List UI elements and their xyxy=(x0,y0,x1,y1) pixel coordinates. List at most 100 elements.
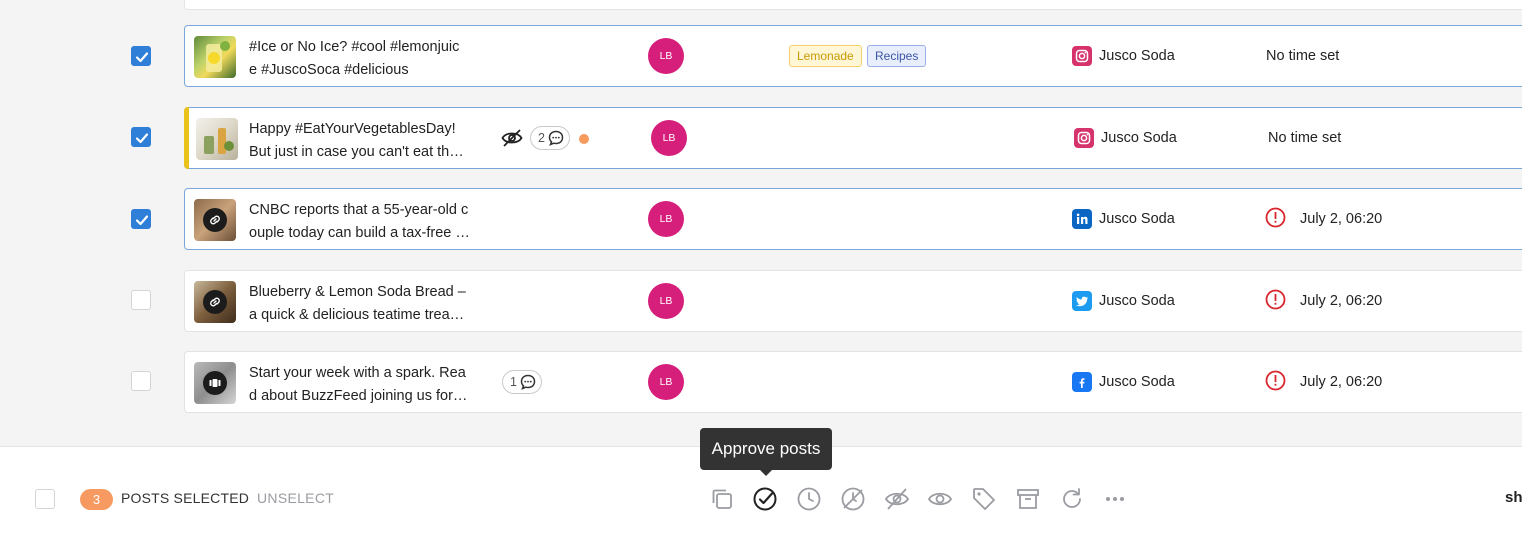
post-time: No time set xyxy=(1268,128,1341,148)
hide-icon xyxy=(884,488,910,510)
post-time: July 2, 06:20 xyxy=(1265,289,1383,314)
post-text: Blueberry & Lemon Soda Bread – a quick &… xyxy=(249,281,475,327)
post-card[interactable]: Start your week with a spark. Rea d abou… xyxy=(184,351,1522,413)
post-thumbnail xyxy=(196,118,238,160)
post-thumbnail xyxy=(194,281,236,323)
network-account: Jusco Soda xyxy=(1072,291,1175,311)
avatar[interactable]: LB xyxy=(648,283,684,319)
post-text-line: ouple today can build a tax-free … xyxy=(249,225,470,241)
post-card[interactable]: #Ice or No Ice? #cool #lemonjuic e #Jusc… xyxy=(184,25,1522,87)
post-text-line: #Ice or No Ice? #cool #lemonjuic xyxy=(249,39,460,55)
avatar[interactable]: LB xyxy=(648,364,684,400)
comment-icon xyxy=(548,130,564,146)
avatar[interactable]: LB xyxy=(651,120,687,156)
warning-icon xyxy=(1265,207,1286,232)
link-icon xyxy=(203,290,227,314)
post-text: Happy #EatYourVegetablesDay! But just in… xyxy=(249,118,475,164)
time-text: No time set xyxy=(1266,48,1340,64)
instagram-icon xyxy=(1074,128,1094,148)
post-thumbnail xyxy=(194,199,236,241)
post-text-line: Blueberry & Lemon Soda Bread – xyxy=(249,284,466,300)
duplicate-icon xyxy=(712,489,732,509)
avatar[interactable]: LB xyxy=(648,38,684,74)
tag-recipes[interactable]: Recipes xyxy=(867,45,927,67)
carousel-icon xyxy=(203,371,227,395)
unselect-button[interactable]: UNSELECT xyxy=(257,490,334,506)
post-text: Start your week with a spark. Rea d abou… xyxy=(249,362,475,408)
post-text-line: e #JuscoSoca #delicious xyxy=(249,62,409,78)
network-account: Jusco Soda xyxy=(1072,46,1175,66)
posts-selected-label: POSTS SELECTED xyxy=(121,490,250,506)
time-text: July 2, 06:20 xyxy=(1300,374,1383,390)
archive-button[interactable] xyxy=(1015,486,1041,512)
post-text: CNBC reports that a 55-year-old c ouple … xyxy=(249,199,475,245)
post-text-line: a quick & delicious teatime trea… xyxy=(249,307,465,323)
account-name: Jusco Soda xyxy=(1099,374,1175,390)
select-all-checkbox[interactable] xyxy=(35,489,55,509)
account-name: Jusco Soda xyxy=(1099,293,1175,309)
schedule-icon xyxy=(797,487,821,511)
post-thumbnail xyxy=(194,362,236,404)
refresh-icon xyxy=(1063,488,1081,508)
unread-dot xyxy=(579,134,589,144)
duplicate-button[interactable] xyxy=(709,486,735,512)
post-card-partial[interactable] xyxy=(184,0,1522,10)
post-text: #Ice or No Ice? #cool #lemonjuic e #Jusc… xyxy=(249,36,475,82)
row-checkbox[interactable] xyxy=(131,371,151,391)
row-checkbox[interactable] xyxy=(131,209,151,229)
comment-count[interactable]: 2 xyxy=(530,126,570,150)
post-text-line: d about BuzzFeed joining us for… xyxy=(249,388,468,404)
approve-button[interactable] xyxy=(752,486,778,512)
comment-count[interactable]: 1 xyxy=(502,370,542,394)
vegetables-image-icon xyxy=(204,128,234,154)
post-text-line: CNBC reports that a 55-year-old c xyxy=(249,202,469,218)
status-stripe xyxy=(184,107,189,169)
time-text: July 2, 06:20 xyxy=(1300,293,1383,309)
lemonade-image-icon xyxy=(206,41,230,72)
post-text-line: Start your week with a spark. Rea xyxy=(249,365,466,381)
approve-icon xyxy=(753,487,777,511)
comment-count-text: 2 xyxy=(538,131,545,145)
show-button[interactable] xyxy=(927,486,953,512)
hidden-eye-icon xyxy=(501,128,523,153)
post-text-line: But just in case you can't eat th… xyxy=(249,144,464,160)
tag-icon xyxy=(973,488,995,510)
unschedule-icon xyxy=(841,487,865,511)
network-account: Jusco Soda xyxy=(1072,372,1175,392)
post-card[interactable]: CNBC reports that a 55-year-old c ouple … xyxy=(184,188,1522,250)
tag-button[interactable] xyxy=(971,486,997,512)
post-time: July 2, 06:20 xyxy=(1265,207,1383,232)
account-name: Jusco Soda xyxy=(1101,130,1177,146)
post-time: No time set xyxy=(1266,46,1339,66)
comment-count-text: 1 xyxy=(510,375,517,389)
row-checkbox[interactable] xyxy=(131,127,151,147)
unschedule-button[interactable] xyxy=(840,486,866,512)
warning-icon xyxy=(1265,289,1286,314)
schedule-button[interactable] xyxy=(796,486,822,512)
time-text: July 2, 06:20 xyxy=(1300,211,1383,227)
refresh-button[interactable] xyxy=(1059,486,1085,512)
linkedin-icon xyxy=(1072,209,1092,229)
more-icon xyxy=(1106,497,1124,501)
truncated-right-text: sh xyxy=(1505,489,1522,506)
account-name: Jusco Soda xyxy=(1099,211,1175,227)
selected-count-badge: 3 xyxy=(80,489,113,510)
tag-lemonade[interactable]: Lemonade xyxy=(789,45,862,67)
post-time: July 2, 06:20 xyxy=(1265,370,1383,395)
approve-posts-tooltip: Approve posts xyxy=(700,428,832,476)
post-text-line: Happy #EatYourVegetablesDay! xyxy=(249,121,456,137)
time-text: No time set xyxy=(1268,130,1342,146)
row-checkbox[interactable] xyxy=(131,290,151,310)
row-checkbox[interactable] xyxy=(131,46,151,66)
avatar[interactable]: LB xyxy=(648,201,684,237)
post-card[interactable]: Blueberry & Lemon Soda Bread – a quick &… xyxy=(184,270,1522,332)
post-card[interactable]: Happy #EatYourVegetablesDay! But just in… xyxy=(184,107,1522,169)
link-icon xyxy=(203,208,227,232)
more-button[interactable] xyxy=(1102,486,1128,512)
warning-icon xyxy=(1265,370,1286,395)
hide-button[interactable] xyxy=(884,486,910,512)
comment-icon xyxy=(520,374,536,390)
post-thumbnail xyxy=(194,36,236,78)
account-name: Jusco Soda xyxy=(1099,48,1175,64)
network-account: Jusco Soda xyxy=(1074,128,1177,148)
